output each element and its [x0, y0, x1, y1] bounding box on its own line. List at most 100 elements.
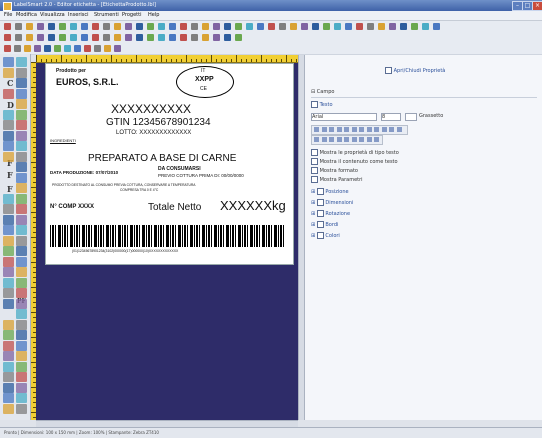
toolbar-button-icon[interactable]: [15, 34, 22, 41]
toggle-properties-link[interactable]: Apri/Chiudi Proprietà: [385, 67, 445, 74]
gtin-text[interactable]: GTIN 12345678901234: [106, 117, 211, 128]
toolbar-button-icon[interactable]: [301, 23, 308, 30]
object-tool-icon[interactable]: [3, 130, 14, 141]
toolbar-button-icon[interactable]: [92, 23, 99, 30]
barcode-human-readable[interactable]: (01)12345678901234(3102)000000(17)000000…: [72, 249, 178, 253]
close-button[interactable]: ×: [532, 1, 542, 11]
object-tool-icon[interactable]: [3, 382, 14, 393]
object-tool-icon[interactable]: [3, 267, 14, 277]
toolbar-button-icon[interactable]: [400, 23, 407, 30]
toolbar-button-icon[interactable]: [257, 23, 264, 30]
object-tool-icon[interactable]: [3, 340, 14, 351]
toolbar-button-icon[interactable]: [114, 23, 121, 30]
toolbar-button-icon[interactable]: [74, 45, 81, 52]
object-tool-icon[interactable]: [16, 267, 27, 277]
tree-position[interactable]: ⊞ Posizione: [311, 188, 349, 195]
object-tool-icon[interactable]: [16, 183, 27, 193]
toolbar-button-icon[interactable]: [389, 23, 396, 30]
option-content-as-text[interactable]: Mostra il contenuto come testo: [311, 158, 398, 165]
toolbar-button-icon[interactable]: [70, 34, 77, 41]
format-button-icon[interactable]: [359, 137, 364, 142]
object-tool-icon[interactable]: [16, 235, 27, 246]
object-tool-icon[interactable]: [3, 67, 14, 78]
toolbar-button-icon[interactable]: [290, 23, 297, 30]
object-tool-icon[interactable]: [16, 214, 27, 225]
toolbar-button-icon[interactable]: [235, 34, 242, 41]
toolbar-button-icon[interactable]: [92, 34, 99, 41]
menu-insert[interactable]: Inserisci: [68, 12, 89, 18]
object-tool-icon[interactable]: [3, 393, 14, 403]
toolbar-button-icon[interactable]: [224, 23, 231, 30]
format-button-icon[interactable]: [389, 127, 394, 132]
format-button-icon[interactable]: [351, 127, 357, 132]
toolbar-button-icon[interactable]: [48, 23, 55, 30]
toolbar-button-icon[interactable]: [345, 23, 352, 30]
object-tool-icon[interactable]: [3, 225, 14, 235]
producer-name[interactable]: EUROS, S.R.L.: [56, 77, 119, 87]
object-tool-icon[interactable]: [16, 151, 27, 162]
toolbar-button-icon[interactable]: [169, 23, 176, 30]
toolbar-button-icon[interactable]: [4, 34, 11, 41]
toolbar-button-icon[interactable]: [48, 34, 55, 41]
tree-rotation[interactable]: ⊞ Rotazione: [311, 210, 350, 217]
toolbar-button-icon[interactable]: [125, 34, 132, 41]
lotto-text[interactable]: LOTTO: XXXXXXXXXXXXX: [116, 130, 191, 136]
product-title[interactable]: PREPARATO A BASE DI CARNE: [88, 153, 236, 164]
toolbar-button-icon[interactable]: [158, 23, 165, 30]
toolbar-button-icon[interactable]: [81, 23, 88, 30]
object-tool-icon[interactable]: [16, 109, 27, 120]
format-button-icon[interactable]: [321, 137, 327, 142]
format-button-icon[interactable]: [344, 127, 349, 132]
object-tool-icon[interactable]: [16, 88, 27, 99]
toolbar-button-icon[interactable]: [103, 23, 110, 30]
object-tool-icon[interactable]: [3, 372, 14, 382]
format-button-icon[interactable]: [381, 127, 387, 132]
menu-tools[interactable]: Strumenti: [94, 12, 119, 18]
warning-line-2[interactable]: COMPRESA TRA 0 E 4°C: [120, 188, 158, 192]
object-tool-icon[interactable]: [16, 120, 27, 130]
toolbar-button-icon[interactable]: [180, 23, 187, 30]
toolbar-button-icon[interactable]: [54, 45, 61, 52]
toolbar-button-icon[interactable]: [103, 34, 110, 41]
format-button-icon[interactable]: [336, 137, 342, 142]
object-tool-icon[interactable]: [16, 288, 27, 298]
toolbar-button-icon[interactable]: [26, 34, 33, 41]
producer-caption[interactable]: Prodotto per: [56, 68, 86, 74]
object-tool-icon[interactable]: [16, 372, 27, 382]
section-field[interactable]: ⊟ Campo: [311, 89, 537, 98]
toolbar-button-icon[interactable]: [136, 23, 143, 30]
text-tool-icon[interactable]: C: [7, 78, 13, 88]
toolbar-button-icon[interactable]: [213, 34, 220, 41]
consume-detail[interactable]: PREVIO COTTURA PRIMA DI: 00/00/0000: [158, 173, 244, 178]
toolbar-button-icon[interactable]: [191, 23, 198, 30]
format-button-icon[interactable]: [329, 137, 334, 142]
format-button-icon[interactable]: [336, 127, 342, 132]
menu-edit[interactable]: Modifica: [16, 12, 37, 18]
object-tool-icon[interactable]: [3, 277, 14, 288]
warning-line-1[interactable]: PRODOTTO DESTINATO AL CONSUMO PREVIA COT…: [52, 183, 195, 187]
toolbar-button-icon[interactable]: [59, 34, 66, 41]
toolbar-button-icon[interactable]: [235, 23, 242, 30]
object-tool-icon[interactable]: [16, 330, 27, 340]
object-tool-icon[interactable]: [16, 57, 27, 67]
net-label[interactable]: Totale Netto: [148, 202, 201, 213]
formula-tool-icon-2[interactable]: F: [7, 170, 13, 180]
object-tool-icon[interactable]: [16, 99, 27, 109]
object-tool-icon[interactable]: [16, 130, 27, 141]
tree-colors[interactable]: ⊞ Colori: [311, 232, 340, 239]
object-tool-icon[interactable]: [3, 288, 14, 298]
toolbar-button-icon[interactable]: [356, 23, 363, 30]
formula-tool-icon-3[interactable]: F: [7, 184, 13, 194]
menu-help[interactable]: Help: [148, 12, 159, 18]
toolbar-button-icon[interactable]: [44, 45, 51, 52]
toolbar-button-icon[interactable]: [84, 45, 91, 52]
object-tool-icon[interactable]: [16, 67, 27, 78]
tree-borders[interactable]: ⊞ Bordi: [311, 221, 338, 228]
option-text-properties[interactable]: Mostra le proprietà di tipo testo: [311, 149, 399, 156]
object-tool-icon[interactable]: [3, 319, 14, 330]
toolbar-button-icon[interactable]: [169, 34, 176, 41]
toolbar-button-icon[interactable]: [411, 23, 418, 30]
toolbar-button-icon[interactable]: [81, 34, 88, 41]
toolbar-button-icon[interactable]: [24, 45, 31, 52]
object-tool-icon[interactable]: [16, 298, 27, 309]
